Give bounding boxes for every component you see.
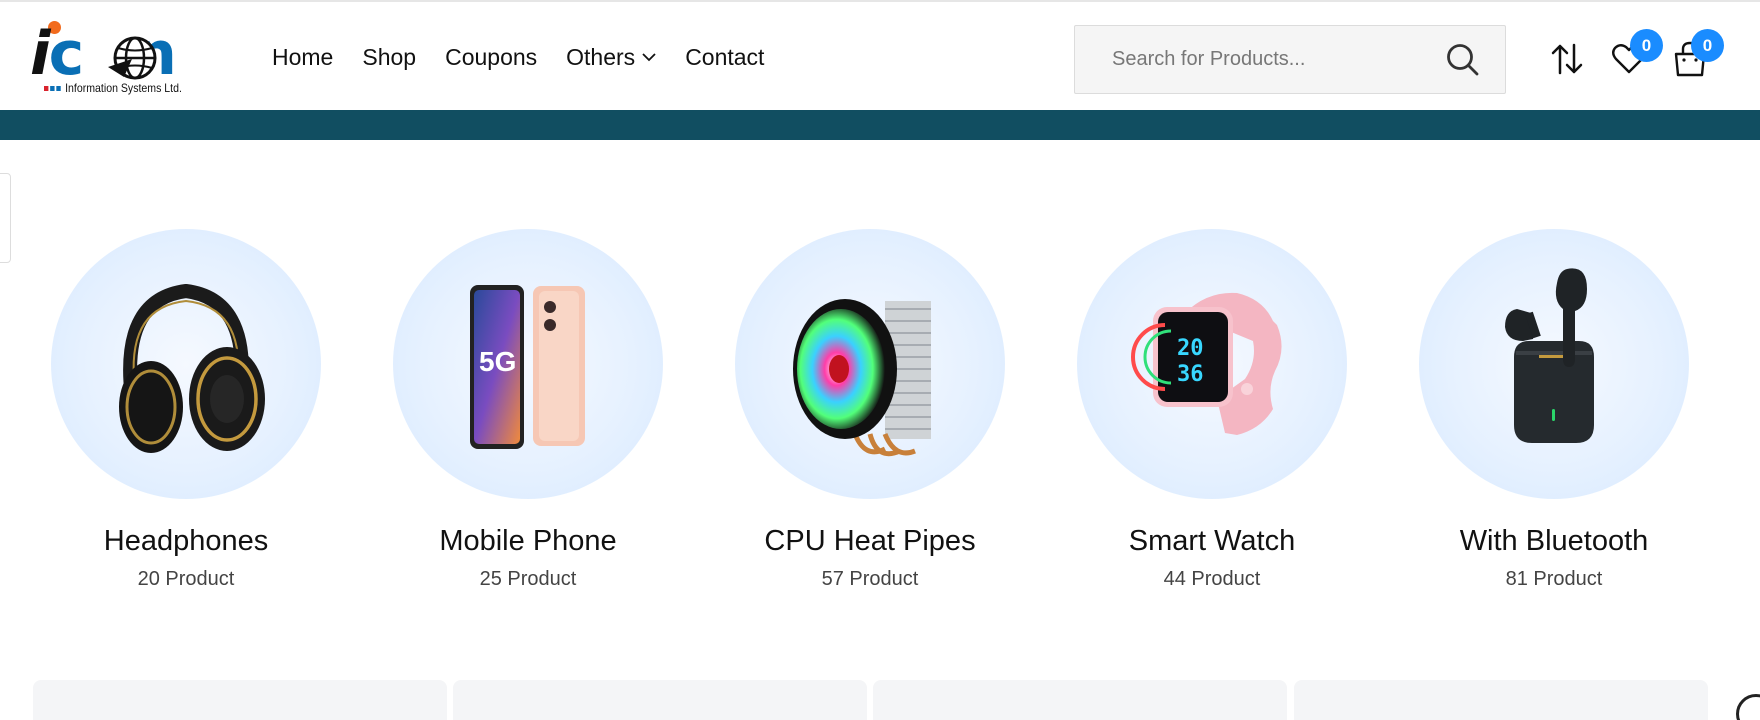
category-smart-watch[interactable]: 20 36 Smart Watch 44 Product (1062, 229, 1362, 591)
smart-watch-image: 20 36 (1131, 292, 1282, 435)
category-name: With Bluetooth (1459, 525, 1649, 557)
category-headphones[interactable]: Headphones 20 Product (36, 229, 336, 591)
category-product-count: 81 Product (1505, 568, 1603, 590)
compare-arrows-icon[interactable] (1550, 42, 1584, 76)
search-input[interactable] (1075, 26, 1435, 93)
chevron-down-icon (642, 53, 656, 62)
mobile-phone-image: 5G (470, 285, 585, 449)
promo-card[interactable] (1294, 680, 1708, 720)
logo-squares (44, 85, 61, 91)
headphones-image (119, 283, 265, 453)
promo-card-row (33, 680, 1708, 720)
category-name: Headphones (103, 525, 269, 557)
globe-icon (108, 36, 157, 80)
header-accent-bar (0, 110, 1760, 140)
category-product-count: 25 Product (479, 568, 577, 590)
search-icon[interactable] (1445, 42, 1481, 78)
phone-5g-text: 5G (479, 346, 516, 377)
category-name: Mobile Phone (439, 525, 617, 557)
bluetooth-earbuds-image (1505, 268, 1594, 443)
promo-card[interactable] (873, 680, 1287, 720)
nav-others[interactable]: Others (566, 44, 656, 71)
category-mobile-phone[interactable]: 5G Mobile Phone 25 Product (378, 229, 678, 591)
cart-count-badge: 0 (1691, 29, 1724, 62)
nav-others-label: Others (566, 44, 636, 70)
site-header: icn Information Systems Ltd. Home Shop C… (0, 0, 1760, 110)
category-name: CPU Heat Pipes (764, 525, 976, 557)
nav-coupons[interactable]: Coupons (445, 44, 537, 71)
nav-shop[interactable]: Shop (362, 44, 416, 71)
wishlist-count-badge: 0 (1630, 29, 1663, 62)
category-image-circle: 20 36 (1077, 229, 1347, 499)
category-cpu-heat-pipes[interactable]: CPU Heat Pipes 57 Product (720, 229, 1020, 591)
side-drawer-tab[interactable] (0, 173, 11, 263)
promo-card[interactable] (33, 680, 447, 720)
category-product-count: 57 Product (821, 568, 919, 590)
category-name: Smart Watch (1128, 525, 1296, 557)
category-product-count: 20 Product (137, 568, 235, 590)
nav-coupons-label: Coupons (445, 44, 538, 70)
cpu-cooler-image (793, 299, 931, 457)
category-image-circle (51, 229, 321, 499)
watch-time-minutes: 36 (1177, 362, 1204, 387)
promo-card[interactable] (453, 680, 867, 720)
nav-home[interactable]: Home (272, 44, 333, 71)
category-with-bluetooth[interactable]: With Bluetooth 81 Product (1404, 229, 1704, 591)
logo-tagline-text: Information Systems Ltd. (65, 81, 182, 95)
nav-contact-label: Contact (685, 44, 765, 70)
category-image-circle (735, 229, 1005, 499)
category-product-count: 44 Product (1163, 568, 1261, 590)
category-image-circle (1419, 229, 1689, 499)
logo-tagline: Information Systems Ltd. (44, 81, 182, 95)
watch-time-hours: 20 (1177, 336, 1204, 361)
main-nav: Home Shop Coupons Others Contact (272, 44, 793, 71)
search-bar (1074, 25, 1506, 94)
site-logo[interactable]: icn Information Systems Ltd. (30, 19, 212, 99)
nav-home-label: Home (272, 44, 334, 70)
nav-contact[interactable]: Contact (685, 44, 764, 71)
chat-widget-edge[interactable] (1736, 694, 1760, 720)
category-image-circle: 5G (393, 229, 663, 499)
nav-shop-label: Shop (362, 44, 417, 70)
